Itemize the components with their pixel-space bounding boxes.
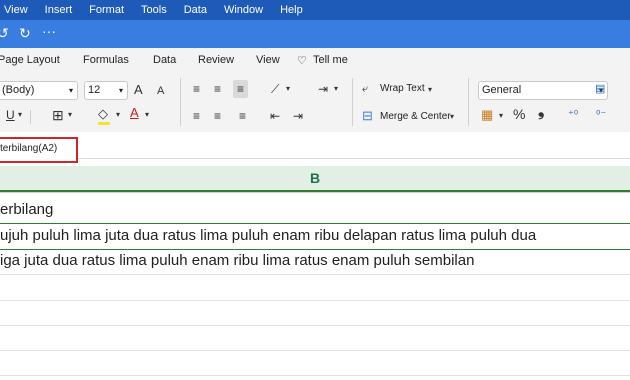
align-bottom-icon[interactable]: ≡ bbox=[233, 80, 249, 98]
shrink-font-icon[interactable]: A bbox=[157, 84, 164, 98]
chevron-down-icon[interactable]: ▾ bbox=[116, 108, 120, 122]
chevron-down-icon: ▾ bbox=[68, 86, 73, 95]
font-size-value: 12 bbox=[88, 84, 101, 96]
column-header-b[interactable]: B bbox=[0, 166, 630, 192]
cell-row-1[interactable]: erbilang bbox=[0, 198, 630, 224]
tab-review[interactable]: Review bbox=[198, 54, 234, 66]
align-left-icon[interactable]: ≡ bbox=[193, 109, 200, 123]
chevron-down-icon: ▾ bbox=[118, 86, 123, 95]
menu-bar: View Insert Format Tools Data Window Hel… bbox=[0, 0, 630, 20]
chevron-down-icon[interactable]: ▾ bbox=[145, 108, 149, 122]
divider bbox=[30, 110, 31, 124]
align-right-icon[interactable]: ≡ bbox=[239, 109, 246, 123]
ribbon: (Body) ▾ 12 ▾ A A U ▾ ⊞ ▾ ◇ ▾ A ▾ ≡ ≡ ≡ … bbox=[0, 72, 630, 133]
undo-icon[interactable]: ↺ bbox=[0, 25, 9, 42]
wrap-text-icon: ⤶ bbox=[362, 83, 369, 95]
menu-format[interactable]: Format bbox=[89, 4, 124, 16]
percent-icon[interactable]: % bbox=[513, 107, 525, 121]
cell-row-3[interactable]: iga juta dua ratus lima puluh enam ribu … bbox=[0, 249, 630, 275]
increase-indent-icon[interactable]: ⇥ bbox=[293, 109, 303, 123]
chevron-down-icon[interactable]: ▾ bbox=[18, 108, 22, 122]
font-color-icon[interactable]: A bbox=[130, 106, 139, 120]
decrease-decimal-icon[interactable]: ⁰⁻ bbox=[596, 108, 606, 122]
quick-access-toolbar: ↺ ↻ ··· bbox=[0, 20, 630, 48]
merge-icon: ⊟ bbox=[362, 108, 373, 123]
chevron-down-icon[interactable]: ▾ bbox=[286, 82, 290, 96]
tab-tell-me[interactable]: Tell me bbox=[313, 54, 348, 66]
cell-row-4[interactable] bbox=[0, 275, 630, 301]
fill-color-swatch bbox=[98, 122, 110, 125]
increase-decimal-icon[interactable]: ⁺⁰ bbox=[568, 108, 578, 122]
menu-help[interactable]: Help bbox=[280, 4, 303, 16]
comma-icon[interactable]: ❟ bbox=[538, 104, 544, 120]
lightbulb-icon: ♡ bbox=[297, 55, 307, 67]
divider bbox=[180, 78, 181, 126]
number-format-select[interactable]: General ▾ bbox=[478, 81, 608, 100]
cell-row-2[interactable]: ujuh puluh lima juta dua ratus lima pulu… bbox=[0, 223, 630, 250]
chevron-down-icon[interactable]: ▾ bbox=[499, 109, 503, 123]
borders-icon[interactable]: ⊞ bbox=[52, 108, 64, 122]
cell-row-6[interactable] bbox=[0, 325, 630, 351]
more-icon[interactable]: ··· bbox=[42, 23, 56, 39]
menu-window[interactable]: Window bbox=[224, 4, 263, 16]
wrap-text-button[interactable]: Wrap Text bbox=[380, 83, 425, 94]
cell-row-7[interactable] bbox=[0, 350, 630, 376]
rtl-icon[interactable]: ⇥ bbox=[318, 82, 328, 96]
redo-icon[interactable]: ↻ bbox=[19, 25, 31, 42]
grow-font-icon[interactable]: A bbox=[134, 83, 143, 97]
chevron-down-icon[interactable]: ▾ bbox=[450, 110, 454, 124]
tab-view[interactable]: View bbox=[256, 54, 280, 66]
formula-bar bbox=[0, 132, 630, 159]
cell-row-5[interactable] bbox=[0, 300, 630, 326]
underline-icon[interactable]: U bbox=[6, 108, 15, 122]
align-top-icon[interactable]: ≡ bbox=[193, 82, 200, 96]
number-format-value: General bbox=[482, 84, 522, 96]
menu-view[interactable]: View bbox=[4, 4, 28, 16]
name-box-value: terbilang(A2) bbox=[0, 143, 58, 154]
tab-formulas[interactable]: Formulas bbox=[83, 54, 129, 66]
font-name-select[interactable]: (Body) ▾ bbox=[0, 81, 78, 100]
conditional-format-icon[interactable]: ▤ bbox=[595, 82, 605, 96]
menu-tools[interactable]: Tools bbox=[141, 4, 167, 16]
align-middle-icon[interactable]: ≡ bbox=[214, 82, 221, 96]
font-size-select[interactable]: 12 ▾ bbox=[84, 81, 128, 100]
chevron-down-icon[interactable]: ▾ bbox=[428, 83, 432, 97]
menu-data[interactable]: Data bbox=[184, 4, 207, 16]
divider bbox=[352, 78, 353, 126]
currency-icon[interactable]: ▦ bbox=[481, 108, 493, 122]
font-name-value: (Body) bbox=[2, 84, 35, 96]
menu-insert[interactable]: Insert bbox=[45, 4, 73, 16]
tab-data[interactable]: Data bbox=[153, 54, 176, 66]
align-center-icon[interactable]: ≡ bbox=[214, 109, 221, 123]
divider bbox=[468, 78, 469, 126]
chevron-down-icon[interactable]: ▾ bbox=[334, 82, 338, 96]
tab-page-layout[interactable]: Page Layout bbox=[0, 54, 60, 66]
orientation-icon[interactable]: ⟋ bbox=[271, 82, 279, 96]
name-box[interactable]: terbilang(A2) bbox=[0, 137, 78, 163]
ribbon-tabs: Page Layout Formulas Data Review View ♡ … bbox=[0, 48, 630, 72]
fill-color-icon[interactable]: ◇ bbox=[98, 107, 108, 121]
merge-center-button[interactable]: Merge & Center bbox=[380, 111, 451, 122]
decrease-indent-icon[interactable]: ⇤ bbox=[270, 109, 280, 123]
chevron-down-icon[interactable]: ▾ bbox=[68, 108, 72, 122]
